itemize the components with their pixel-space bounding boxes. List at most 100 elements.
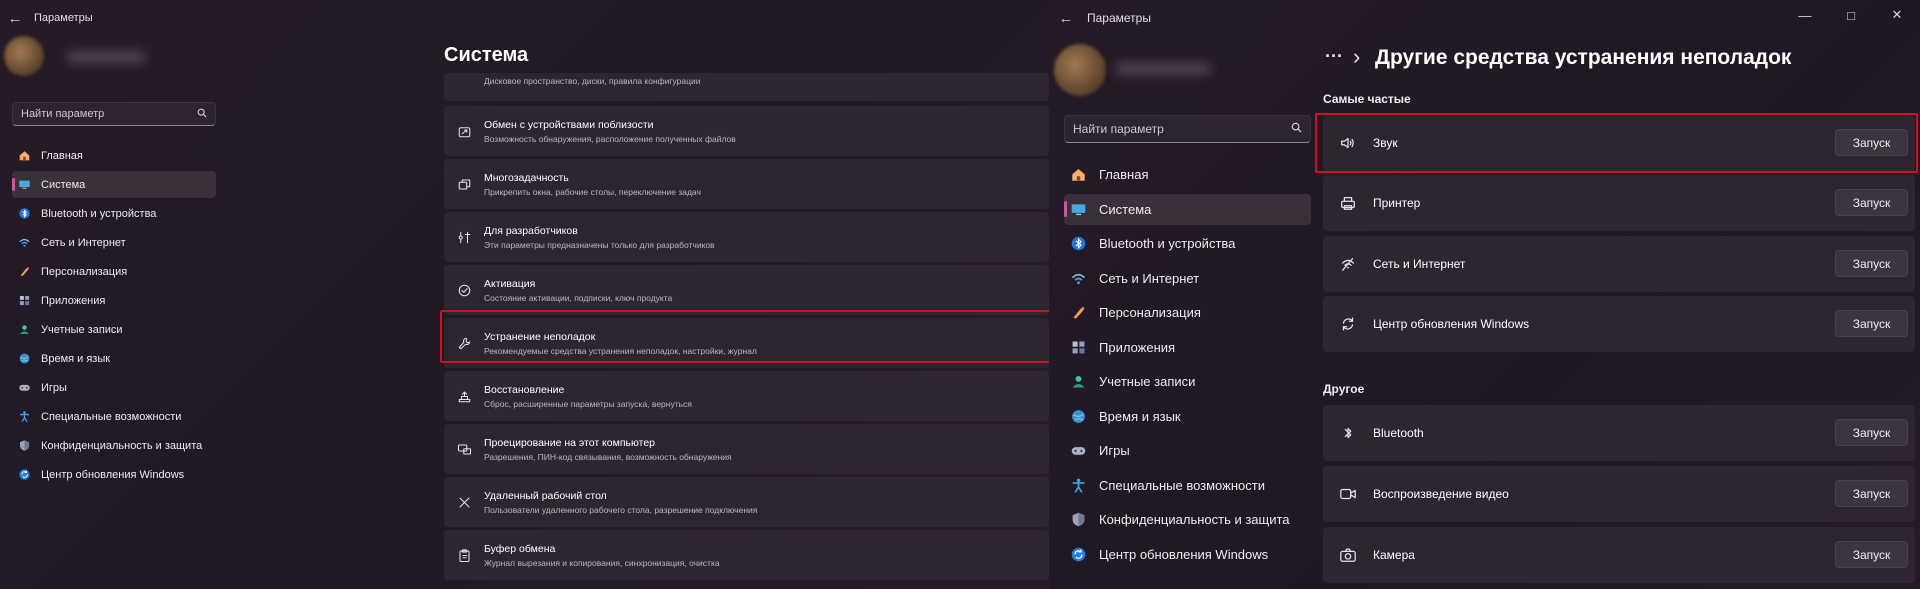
page-title: Другие средства устранения неполадок xyxy=(1375,46,1792,69)
sidebar-item-wifi[interactable]: Сеть и Интернет xyxy=(12,229,216,256)
sidebar-item-shield[interactable]: Конфиденциальность и защита xyxy=(12,432,216,459)
settings-item-description: Возможность обнаружения, расположение по… xyxy=(484,133,736,144)
remote-desktop-icon xyxy=(444,495,484,510)
settings-item-wrench[interactable]: Устранение неполадок Рекомендуемые средст… xyxy=(444,318,1049,368)
run-button[interactable]: Запуск xyxy=(1835,480,1908,507)
sidebar-item-label: Специальные возможности xyxy=(1099,477,1265,493)
page-title: Система xyxy=(444,44,529,66)
settings-item-title: Активация xyxy=(484,277,536,290)
settings-item-developer[interactable]: Для разработчиков Эти параметры предназна… xyxy=(444,212,1049,262)
search-input[interactable]: Найти параметр xyxy=(12,102,216,126)
settings-item-storage[interactable]: Дисковое пространство, диски, правила ко… xyxy=(444,73,1049,101)
settings-item-clipboard[interactable]: Буфер обмена Журнал вырезания и копирован… xyxy=(444,530,1049,580)
search-input[interactable]: Найти параметр xyxy=(1064,115,1311,143)
sidebar-item-bluetooth[interactable]: Bluetooth и устройства xyxy=(12,200,216,227)
shield-icon xyxy=(18,439,31,452)
sidebar-item-brush[interactable]: Персонализация xyxy=(1064,297,1311,328)
sidebar-item-update[interactable]: Центр обновления Windows xyxy=(1064,539,1311,570)
developer-icon xyxy=(444,230,484,245)
sidebar-item-account[interactable]: Учетные записи xyxy=(1064,366,1311,397)
settings-item-projection[interactable]: Проецирование на этот компьютер Разрешени… xyxy=(444,424,1049,474)
update-icon xyxy=(1070,546,1087,563)
account-icon xyxy=(18,323,31,336)
sidebar-item-bluetooth[interactable]: Bluetooth и устройства xyxy=(1064,228,1311,259)
projection-icon xyxy=(444,442,484,457)
breadcrumb-more-button[interactable]: ··· xyxy=(1325,46,1343,67)
minimize-icon[interactable]: — xyxy=(1782,0,1828,30)
sidebar-item-wifi[interactable]: Сеть и Интернет xyxy=(1064,263,1311,294)
troubleshooter-bluetooth: Bluetooth Запуск xyxy=(1323,405,1915,461)
sidebar-item-label: Центр обновления Windows xyxy=(41,468,185,481)
settings-item-activation[interactable]: Активация Состояние активации, подписки, … xyxy=(444,265,1049,315)
troubleshooter-title: Воспроизведение видео xyxy=(1373,487,1509,501)
settings-item-description: Сброс, расширенные параметры запуска, ве… xyxy=(484,398,692,409)
troubleshooter-title: Звук xyxy=(1373,136,1398,150)
troubleshooter-speaker: Звук Запуск xyxy=(1323,115,1915,171)
troubleshooter-title: Сеть и Интернет xyxy=(1373,257,1466,271)
section-heading-frequent: Самые частые xyxy=(1323,92,1411,106)
settings-item-title: Обмен с устройствами поблизости xyxy=(484,118,654,131)
sidebar-item-label: Главная xyxy=(1099,167,1149,182)
accessibility-icon xyxy=(1070,477,1087,494)
settings-item-share[interactable]: Обмен с устройствами поблизости Возможнос… xyxy=(444,106,1049,156)
sidebar-item-system[interactable]: Система xyxy=(1064,193,1311,225)
sidebar-item-label: Учетные записи xyxy=(41,323,123,336)
video-icon xyxy=(1323,485,1373,503)
run-button[interactable]: Запуск xyxy=(1835,419,1908,446)
sidebar-item-globe[interactable]: Время и язык xyxy=(12,345,216,372)
sidebar-item-home[interactable]: Главная xyxy=(12,142,216,169)
sidebar-item-update[interactable]: Центр обновления Windows xyxy=(12,461,216,488)
troubleshooter-title: Bluetooth xyxy=(1373,426,1424,440)
sidebar-item-system[interactable]: Система xyxy=(12,171,216,198)
sidebar-item-gamepad[interactable]: Игры xyxy=(1064,435,1311,466)
sidebar-item-globe[interactable]: Время и язык xyxy=(1064,401,1311,432)
sidebar-item-accessibility[interactable]: Специальные возможности xyxy=(1064,470,1311,501)
sidebar-item-label: Персонализация xyxy=(41,265,128,278)
sidebar-item-shield[interactable]: Конфиденциальность и защита xyxy=(1064,504,1311,535)
sidebar-nav: Главная Система Bluetooth и устройства Сеть… xyxy=(1064,159,1311,573)
settings-item-title: Удаленный рабочий стол xyxy=(484,489,607,502)
close-icon[interactable]: ✕ xyxy=(1874,0,1920,30)
wrench-icon xyxy=(444,336,484,351)
settings-item-description: Журнал вырезания и копирования, синхрони… xyxy=(484,557,720,568)
sidebar-item-accessibility[interactable]: Специальные возможности xyxy=(12,403,216,430)
run-button[interactable]: Запуск xyxy=(1835,250,1908,277)
sidebar-item-label: Сеть и Интернет xyxy=(41,236,126,249)
apps-icon xyxy=(1070,339,1087,356)
recovery-icon xyxy=(444,389,484,404)
sidebar-item-home[interactable]: Главная xyxy=(1064,159,1311,190)
globe-icon xyxy=(1070,408,1087,425)
maximize-icon[interactable]: □ xyxy=(1828,0,1874,30)
sidebar-item-account[interactable]: Учетные записи xyxy=(12,316,216,343)
sidebar-item-apps[interactable]: Приложения xyxy=(12,287,216,314)
settings-window-right: ← Параметры — □ ✕ Найти параметр Главная… xyxy=(1049,0,1920,589)
settings-item-remote-desktop[interactable]: Удаленный рабочий стол Пользователи удале… xyxy=(444,477,1049,527)
brush-icon xyxy=(1070,304,1087,321)
run-button[interactable]: Запуск xyxy=(1835,129,1908,156)
sidebar-item-gamepad[interactable]: Игры xyxy=(12,374,216,401)
settings-item-recovery[interactable]: Восстановление Сброс, расширенные парамет… xyxy=(444,371,1049,421)
title-bar: ← Параметры xyxy=(0,0,1049,36)
activation-icon xyxy=(444,283,484,298)
troubleshooter-title: Камера xyxy=(1373,548,1415,562)
run-button[interactable]: Запуск xyxy=(1835,541,1908,568)
run-button[interactable]: Запуск xyxy=(1835,310,1908,337)
wifi-icon xyxy=(18,236,31,249)
settings-item-title: Проецирование на этот компьютер xyxy=(484,436,655,449)
system-icon xyxy=(1070,201,1087,218)
system-icon xyxy=(18,178,31,191)
sidebar-item-label: Конфиденциальность и защита xyxy=(41,439,203,452)
run-button[interactable]: Запуск xyxy=(1835,189,1908,216)
avatar[interactable] xyxy=(4,36,44,76)
apps-icon xyxy=(18,294,31,307)
back-arrow-icon[interactable]: ← xyxy=(1049,10,1083,27)
avatar[interactable] xyxy=(1054,44,1106,96)
sidebar-item-brush[interactable]: Персонализация xyxy=(12,258,216,285)
back-arrow-icon[interactable]: ← xyxy=(0,10,30,27)
sidebar-item-apps[interactable]: Приложения xyxy=(1064,332,1311,363)
settings-item-description: Пользователи удаленного рабочего стола, … xyxy=(484,504,758,515)
window-controls: — □ ✕ xyxy=(1782,0,1920,30)
settings-item-multitask[interactable]: Многозадачность Прикрепить окна, рабочие … xyxy=(444,159,1049,209)
sidebar-item-label: Приложения xyxy=(41,294,106,307)
globe-icon xyxy=(18,352,31,365)
